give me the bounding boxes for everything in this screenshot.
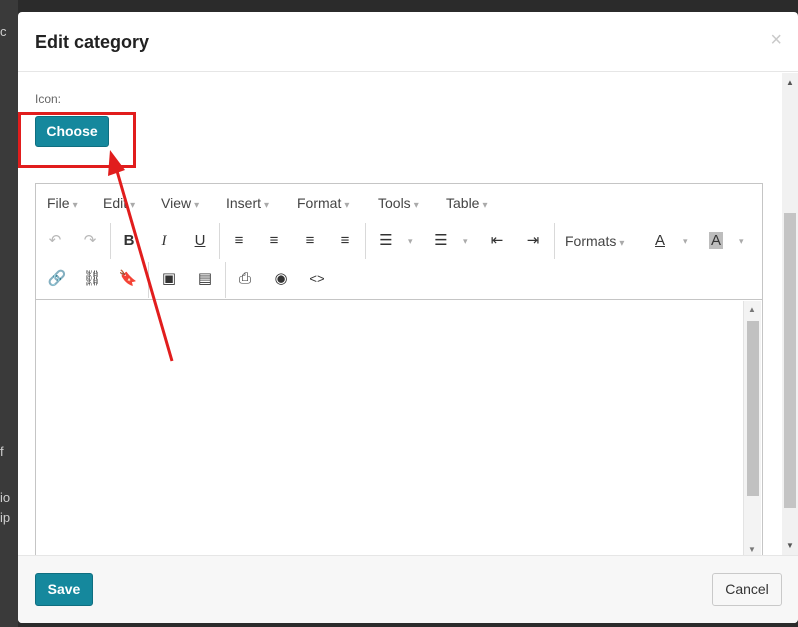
rich-text-editor: File ▾ Edit ▾ View ▾ Insert ▾ Format ▾ Tools ▾… bbox=[35, 183, 763, 555]
editor-content-area[interactable]: ▲ ▼ bbox=[36, 301, 762, 555]
chevron-down-icon[interactable]: ▾ bbox=[408, 228, 413, 254]
background-text: ip bbox=[0, 510, 11, 525]
editor-scrollbar[interactable]: ▲ ▼ bbox=[743, 301, 761, 555]
align-left-icon[interactable]: ≡ bbox=[226, 228, 252, 254]
toolbar-divider bbox=[365, 223, 366, 259]
italic-icon[interactable]: I bbox=[151, 228, 177, 254]
link-icon[interactable]: 🔗 bbox=[44, 266, 70, 292]
unlink-icon[interactable]: ⛓ bbox=[79, 266, 105, 292]
chevron-down-icon: ▾ bbox=[619, 238, 625, 249]
menu-tools[interactable]: Tools ▾ bbox=[378, 195, 419, 211]
background-text: c bbox=[0, 24, 7, 39]
chevron-down-icon: ▾ bbox=[482, 200, 488, 211]
indent-icon[interactable]: ⇥ bbox=[520, 228, 546, 254]
background-text: io bbox=[0, 490, 11, 505]
underline-icon[interactable]: U bbox=[187, 228, 213, 254]
chevron-down-icon: ▾ bbox=[264, 200, 270, 211]
dialog-title: Edit category bbox=[35, 32, 150, 52]
menu-format[interactable]: Format ▾ bbox=[297, 195, 349, 211]
align-center-icon[interactable]: ≡ bbox=[261, 228, 287, 254]
background-page bbox=[0, 0, 18, 627]
choose-icon-button[interactable]: Choose bbox=[35, 116, 109, 147]
text-color-icon[interactable]: A bbox=[647, 228, 673, 254]
toolbar-divider bbox=[219, 223, 220, 259]
justify-icon[interactable]: ≡ bbox=[332, 228, 358, 254]
menu-table[interactable]: Table ▾ bbox=[446, 195, 488, 211]
background-color-icon[interactable]: A bbox=[703, 228, 729, 254]
chevron-down-icon: ▾ bbox=[194, 200, 200, 211]
chevron-down-icon: ▾ bbox=[344, 200, 350, 211]
dialog-header: Edit category × bbox=[18, 12, 798, 72]
undo-icon[interactable]: ↶ bbox=[42, 228, 68, 254]
menu-insert[interactable]: Insert ▾ bbox=[226, 195, 269, 211]
toolbar-divider bbox=[110, 223, 111, 259]
editor-menubar: File ▾ Edit ▾ View ▾ Insert ▾ Format ▾ Tools ▾… bbox=[36, 184, 762, 222]
bookmark-icon[interactable]: 🔖 bbox=[115, 266, 141, 292]
scrollbar-thumb[interactable] bbox=[747, 321, 759, 496]
chevron-down-icon[interactable]: ▾ bbox=[683, 228, 688, 254]
image-icon[interactable]: ▣ bbox=[156, 266, 182, 292]
scrollbar-thumb[interactable] bbox=[784, 213, 796, 508]
dialog-footer: Save Cancel bbox=[18, 555, 798, 623]
toolbar-divider bbox=[225, 262, 226, 298]
toolbar-divider bbox=[554, 223, 555, 259]
media-icon[interactable]: ▤ bbox=[192, 266, 218, 292]
source-code-icon[interactable]: <> bbox=[304, 266, 330, 292]
formats-dropdown[interactable]: Formats ▾ bbox=[565, 228, 624, 257]
save-button[interactable]: Save bbox=[35, 573, 93, 606]
scroll-up-icon[interactable]: ▲ bbox=[748, 305, 756, 314]
toolbar-divider bbox=[148, 262, 149, 298]
dialog-body: Icon: Choose File ▾ Edit ▾ View ▾ Insert ▾ F… bbox=[18, 73, 782, 555]
redo-icon[interactable]: ↷ bbox=[77, 228, 103, 254]
editor-toolbar: ↶ ↷ B I U ≡ ≡ ≡ ≡ ☰ ▾ ☰ ▾ ⇤ ⇥ Formats▾ bbox=[36, 222, 762, 300]
dialog-scrollbar[interactable]: ▲ ▼ bbox=[782, 73, 798, 555]
cancel-button[interactable]: Cancel bbox=[712, 573, 782, 606]
outdent-icon[interactable]: ⇤ bbox=[484, 228, 510, 254]
scroll-down-icon[interactable]: ▼ bbox=[786, 541, 794, 550]
scroll-up-icon[interactable]: ▲ bbox=[786, 78, 794, 87]
close-icon[interactable]: × bbox=[770, 30, 782, 50]
preview-icon[interactable]: ◉ bbox=[268, 266, 294, 292]
background-text: f bbox=[0, 444, 4, 459]
bullet-list-icon[interactable]: ☰ bbox=[373, 228, 399, 254]
chevron-down-icon: ▾ bbox=[130, 200, 136, 211]
menu-view[interactable]: View ▾ bbox=[161, 195, 199, 211]
edit-category-dialog: Edit category × Icon: Choose File ▾ Edit ▾… bbox=[18, 12, 798, 623]
numbered-list-icon[interactable]: ☰ bbox=[428, 228, 454, 254]
chevron-down-icon: ▾ bbox=[72, 200, 78, 211]
bold-icon[interactable]: B bbox=[116, 228, 142, 254]
chevron-down-icon: ▾ bbox=[413, 200, 419, 211]
icon-field-label: Icon: bbox=[35, 92, 62, 106]
scroll-down-icon[interactable]: ▼ bbox=[748, 545, 756, 554]
align-right-icon[interactable]: ≡ bbox=[297, 228, 323, 254]
menu-file[interactable]: File ▾ bbox=[47, 195, 78, 211]
chevron-down-icon[interactable]: ▾ bbox=[739, 228, 744, 254]
menu-edit[interactable]: Edit ▾ bbox=[103, 195, 135, 211]
chevron-down-icon[interactable]: ▾ bbox=[463, 228, 468, 254]
print-icon[interactable]: ⎙ bbox=[232, 266, 258, 292]
